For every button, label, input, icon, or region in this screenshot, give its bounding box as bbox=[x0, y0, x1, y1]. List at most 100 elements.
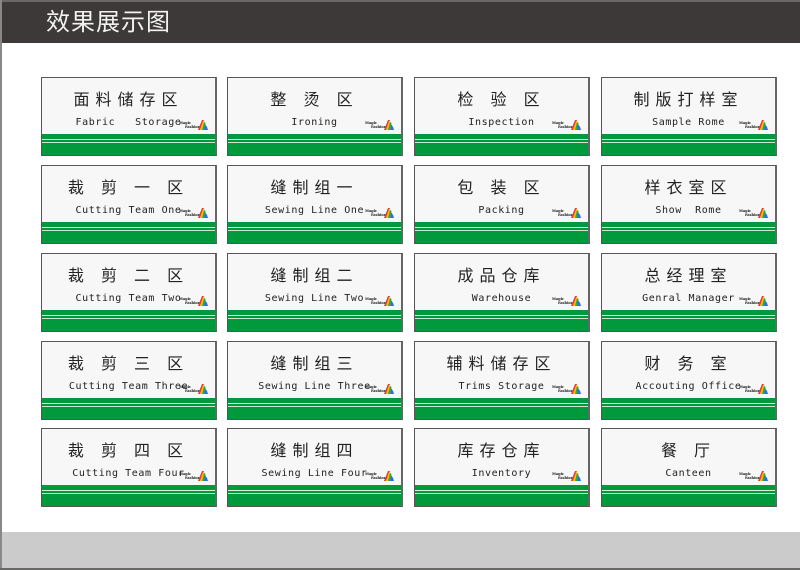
brand-logo: Magic Fashion bbox=[739, 207, 769, 219]
frame-left-border bbox=[0, 0, 2, 570]
sign-chinese-label: 成品仓库 bbox=[457, 266, 546, 285]
brand-logo: Magic Fashion bbox=[179, 295, 209, 307]
rainbow-a-logo-icon bbox=[384, 296, 394, 306]
sign-chinese-label: 总经理室 bbox=[644, 266, 733, 285]
sign-chinese-label: 财 务 室 bbox=[644, 354, 733, 373]
green-band bbox=[415, 310, 588, 331]
door-sign: 餐 厅 Canteen Magic Fashion bbox=[601, 428, 777, 507]
green-band bbox=[415, 222, 588, 243]
brand-logo: Magic Fashion bbox=[739, 383, 769, 395]
brand-logo: Magic Fashion bbox=[739, 295, 769, 307]
rainbow-a-logo-icon bbox=[758, 471, 768, 481]
brand-logo: Magic Fashion bbox=[365, 119, 395, 131]
green-band bbox=[228, 310, 401, 331]
green-band bbox=[228, 134, 401, 155]
sign-chinese-label: 裁 剪 二 区 bbox=[67, 266, 190, 285]
footer-bar bbox=[2, 532, 800, 568]
sign-chinese-label: 裁 剪 一 区 bbox=[67, 178, 190, 197]
door-sign: 成品仓库 Warehouse Magic Fashion bbox=[414, 253, 590, 332]
door-sign: 裁 剪 三 区 Cutting Team Three Magic Fashion bbox=[41, 341, 217, 420]
rainbow-a-logo-icon bbox=[571, 384, 581, 394]
door-sign: 缝制组二 Sewing Line Two Magic Fashion bbox=[227, 253, 403, 332]
header-bar: 效果展示图 bbox=[2, 2, 800, 43]
green-band bbox=[228, 485, 401, 506]
brand-logo: Magic Fashion bbox=[179, 470, 209, 482]
sign-chinese-label: 裁 剪 四 区 bbox=[67, 441, 190, 460]
door-sign: 裁 剪 一 区 Cutting Team One Magic Fashion bbox=[41, 165, 217, 244]
brand-logo: Magic Fashion bbox=[365, 470, 395, 482]
sign-chinese-label: 缝制组二 bbox=[270, 266, 359, 285]
green-band bbox=[228, 398, 401, 419]
door-sign: 整 烫 区 Ironing Magic Fashion bbox=[227, 77, 403, 156]
door-sign: 缝制组四 Sewing Line Four Magic Fashion bbox=[227, 428, 403, 507]
sign-chinese-label: 缝制组三 bbox=[270, 354, 359, 373]
rainbow-a-logo-icon bbox=[384, 120, 394, 130]
door-sign: 裁 剪 四 区 Cutting Team Four Magic Fashion bbox=[41, 428, 217, 507]
green-band bbox=[602, 485, 775, 506]
green-band bbox=[602, 134, 775, 155]
sign-chinese-label: 裁 剪 三 区 bbox=[67, 354, 190, 373]
rainbow-a-logo-icon bbox=[758, 296, 768, 306]
sign-chinese-label: 缝制组四 bbox=[270, 441, 359, 460]
brand-logo: Magic Fashion bbox=[552, 207, 582, 219]
door-sign: 库存仓库 Inventory Magic Fashion bbox=[414, 428, 590, 507]
brand-logo: Magic Fashion bbox=[365, 207, 395, 219]
green-band bbox=[602, 310, 775, 331]
page-title: 效果展示图 bbox=[46, 8, 171, 36]
brand-logo: Magic Fashion bbox=[179, 383, 209, 395]
green-band bbox=[228, 222, 401, 243]
green-band bbox=[602, 222, 775, 243]
sign-chinese-label: 样衣室区 bbox=[644, 178, 733, 197]
rainbow-a-logo-icon bbox=[571, 471, 581, 481]
brand-logo: Magic Fashion bbox=[365, 383, 395, 395]
rainbow-a-logo-icon bbox=[384, 384, 394, 394]
green-band bbox=[415, 134, 588, 155]
green-band bbox=[42, 485, 215, 506]
brand-logo: Magic Fashion bbox=[739, 470, 769, 482]
rainbow-a-logo-icon bbox=[384, 471, 394, 481]
sign-chinese-label: 检 验 区 bbox=[457, 90, 546, 109]
brand-logo: Magic Fashion bbox=[552, 119, 582, 131]
sign-chinese-label: 面料储存区 bbox=[73, 90, 184, 109]
green-band bbox=[42, 134, 215, 155]
sign-chinese-label: 整 烫 区 bbox=[270, 90, 359, 109]
sign-chinese-label: 缝制组一 bbox=[270, 178, 359, 197]
sign-chinese-label: 辅料储存区 bbox=[446, 354, 557, 373]
rainbow-a-logo-icon bbox=[198, 120, 208, 130]
green-band bbox=[602, 398, 775, 419]
door-sign: 财 务 室 Accouting Office Magic Fashion bbox=[601, 341, 777, 420]
green-band bbox=[42, 310, 215, 331]
sign-chinese-label: 库存仓库 bbox=[457, 441, 546, 460]
sign-chinese-label: 包 装 区 bbox=[457, 178, 546, 197]
brand-logo: Magic Fashion bbox=[739, 119, 769, 131]
door-sign: 检 验 区 Inspection Magic Fashion bbox=[414, 77, 590, 156]
rainbow-a-logo-icon bbox=[571, 120, 581, 130]
door-sign: 制版打样室 Sample Rome Magic Fashion bbox=[601, 77, 777, 156]
green-band bbox=[415, 398, 588, 419]
rainbow-a-logo-icon bbox=[571, 208, 581, 218]
rainbow-a-logo-icon bbox=[758, 208, 768, 218]
green-band bbox=[42, 398, 215, 419]
sign-chinese-label: 餐 厅 bbox=[660, 441, 717, 460]
sign-chinese-label: 制版打样室 bbox=[633, 90, 744, 109]
green-band bbox=[42, 222, 215, 243]
rainbow-a-logo-icon bbox=[198, 296, 208, 306]
green-band bbox=[415, 485, 588, 506]
rainbow-a-logo-icon bbox=[198, 471, 208, 481]
door-sign: 样衣室区 Show Rome Magic Fashion bbox=[601, 165, 777, 244]
brand-logo: Magic Fashion bbox=[365, 295, 395, 307]
brand-logo: Magic Fashion bbox=[179, 119, 209, 131]
brand-logo: Magic Fashion bbox=[552, 295, 582, 307]
door-sign: 缝制组三 Sewing Line Three Magic Fashion bbox=[227, 341, 403, 420]
door-sign: 总经理室 Genral Manager Magic Fashion bbox=[601, 253, 777, 332]
door-sign: 缝制组一 Sewing Line One Magic Fashion bbox=[227, 165, 403, 244]
rainbow-a-logo-icon bbox=[758, 120, 768, 130]
brand-logo: Magic Fashion bbox=[552, 470, 582, 482]
door-sign: 裁 剪 二 区 Cutting Team Two Magic Fashion bbox=[41, 253, 217, 332]
brand-logo: Magic Fashion bbox=[552, 383, 582, 395]
rainbow-a-logo-icon bbox=[571, 296, 581, 306]
rainbow-a-logo-icon bbox=[198, 208, 208, 218]
door-sign: 包 装 区 Packing Magic Fashion bbox=[414, 165, 590, 244]
rainbow-a-logo-icon bbox=[384, 208, 394, 218]
brand-logo: Magic Fashion bbox=[179, 207, 209, 219]
